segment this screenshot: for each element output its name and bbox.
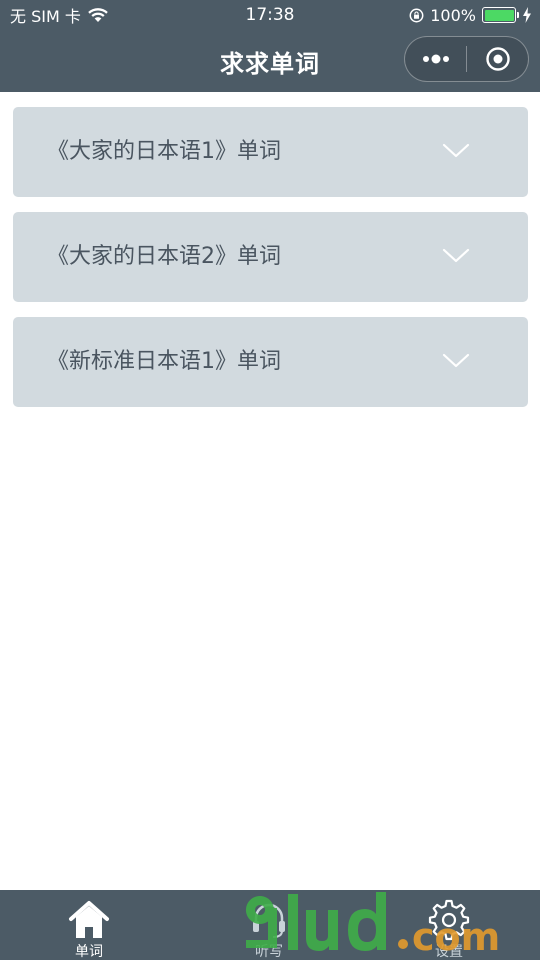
status-bar: 无 SIM 卡 17:38 100% [0,0,540,30]
book-item[interactable]: 《大家的日本语1》单词 [13,107,528,197]
battery-icon [482,7,519,23]
close-miniprogram-button[interactable] [467,37,528,81]
tab-settings[interactable]: 设置 [399,890,499,960]
more-button[interactable] [405,37,466,81]
more-dots-icon [422,54,449,64]
status-right: 100% [409,5,532,25]
tab-label: 听写 [255,944,283,960]
nav-bar: 求求单词 [0,30,540,92]
book-list: 《大家的日本语1》单词 《大家的日本语2》单词 《新标准日本语1》单词 [13,107,528,422]
book-label: 《大家的日本语1》单词 [47,139,281,164]
tab-label: 设置 [435,944,463,960]
tab-words[interactable]: 单词 [39,890,139,960]
book-item[interactable]: 《大家的日本语2》单词 [13,212,528,302]
tab-bar: 单词 听写 设置 [0,890,540,960]
chevron-down-icon [442,143,470,158]
rotation-lock-icon [409,8,424,22]
headset-icon [253,903,285,938]
target-icon [485,47,510,71]
chevron-down-icon [442,248,470,263]
home-icon [69,901,109,938]
charging-bolt-icon [523,7,531,23]
book-label: 《大家的日本语2》单词 [47,244,281,269]
chevron-down-icon [442,353,470,368]
tab-label: 单词 [75,944,103,960]
gear-icon [428,899,470,941]
top-bar: 无 SIM 卡 17:38 100% 求求单词 [0,0,540,92]
battery-percent: 100% [430,5,476,25]
mini-program-capsule [404,36,529,82]
tab-dictation[interactable]: 听写 [219,890,319,960]
book-label: 《新标准日本语1》单词 [47,349,281,374]
book-item[interactable]: 《新标准日本语1》单词 [13,317,528,407]
